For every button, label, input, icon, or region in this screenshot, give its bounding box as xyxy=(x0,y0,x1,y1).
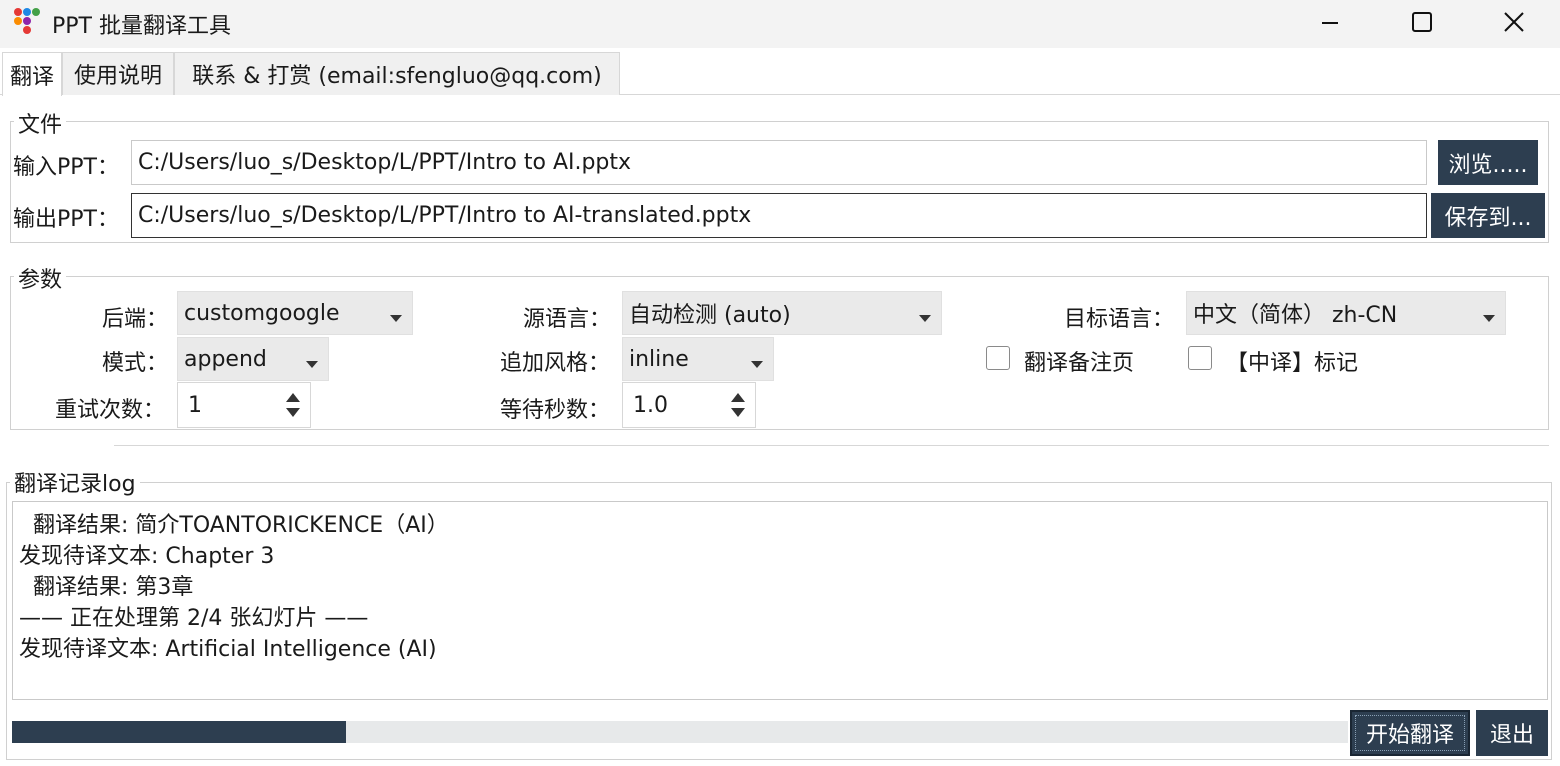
maximize-button[interactable] xyxy=(1376,0,1468,44)
log-line: 发现待译文本: Artificial Intelligence (AI) xyxy=(19,637,437,662)
tab-contact[interactable]: 联系 & 打赏 (email:sfengluo@qq.com) xyxy=(174,52,620,95)
log-textarea[interactable]: 翻译结果: 简介TOANTORICKENCE（AI） 发现待译文本: Chapt… xyxy=(12,501,1548,700)
log-group-title: 翻译记录log xyxy=(10,466,140,498)
output-ppt-value: C:/Users/luo_s/Desktop/L/PPT/Intro to AI… xyxy=(138,203,752,228)
append-style-value: inline xyxy=(629,346,689,372)
exit-button[interactable]: 退出 xyxy=(1476,710,1548,756)
close-icon xyxy=(1504,12,1524,32)
wait-seconds-label: 等待秒数： xyxy=(500,398,611,423)
input-ppt-label: 输入PPT： xyxy=(13,155,119,180)
output-ppt-field[interactable]: C:/Users/luo_s/Desktop/L/PPT/Intro to AI… xyxy=(131,193,1427,238)
mode-select[interactable]: append xyxy=(177,337,329,381)
retries-label: 重试次数： xyxy=(55,398,166,423)
start-translate-label: 开始翻译 xyxy=(1365,723,1454,748)
separator-gap xyxy=(12,443,114,447)
start-translate-button[interactable]: 开始翻译 xyxy=(1350,710,1470,756)
spin-up-icon[interactable] xyxy=(286,393,300,402)
params-group-title: 参数 xyxy=(14,262,67,294)
backend-value: customgoogle xyxy=(184,300,340,326)
minimize-button[interactable] xyxy=(1284,0,1376,44)
wait-seconds-spinbox[interactable]: 1.0 xyxy=(622,382,756,428)
wait-seconds-value: 1.0 xyxy=(633,392,668,418)
translate-notes-checkbox[interactable] xyxy=(986,346,1010,370)
mark-checkbox[interactable] xyxy=(1188,346,1212,370)
tab-instructions[interactable]: 使用说明 xyxy=(62,52,174,95)
log-line: 翻译结果: 第3章 xyxy=(19,575,194,600)
chevron-down-icon xyxy=(1483,315,1495,322)
target-lang-select[interactable]: 中文（简体） zh-CN xyxy=(1186,291,1506,335)
mode-label: 模式： xyxy=(102,351,169,376)
input-ppt-value: C:/Users/luo_s/Desktop/L/PPT/Intro to AI… xyxy=(138,150,632,175)
tab-translate[interactable]: 翻译 xyxy=(2,52,62,96)
source-lang-label: 源语言： xyxy=(523,307,612,332)
close-button[interactable] xyxy=(1468,0,1560,44)
append-style-select[interactable]: inline xyxy=(622,337,774,381)
spin-down-icon[interactable] xyxy=(731,408,745,417)
window-title: PPT 批量翻译工具 xyxy=(52,14,231,39)
backend-select[interactable]: customgoogle xyxy=(177,291,413,335)
save-to-button-label: 保存到... xyxy=(1444,205,1532,231)
chevron-down-icon xyxy=(919,315,931,322)
tab-label: 使用说明 xyxy=(73,64,162,89)
title-bar: PPT 批量翻译工具 xyxy=(0,0,1560,48)
minimize-icon xyxy=(1322,22,1338,24)
progress-bar xyxy=(12,721,1348,743)
browse-button[interactable]: 浏览..... xyxy=(1438,140,1538,185)
chevron-down-icon xyxy=(751,361,763,368)
tab-label: 翻译 xyxy=(9,64,54,90)
mode-value: append xyxy=(184,346,267,372)
source-lang-value: 自动检测 (auto) xyxy=(629,303,791,328)
spin-up-icon[interactable] xyxy=(731,393,745,402)
input-ppt-field[interactable]: C:/Users/luo_s/Desktop/L/PPT/Intro to AI… xyxy=(131,140,1427,185)
log-line: —— 正在处理第 2/4 张幻灯片 —— xyxy=(19,606,369,631)
chevron-down-icon xyxy=(306,361,318,368)
maximize-icon xyxy=(1412,12,1432,32)
file-group-title: 文件 xyxy=(14,107,67,139)
chevron-down-icon xyxy=(390,315,402,322)
save-to-button[interactable]: 保存到... xyxy=(1431,193,1545,238)
browse-button-label: 浏览..... xyxy=(1448,152,1528,178)
tab-label: 联系 & 打赏 (email:sfengluo@qq.com) xyxy=(192,64,602,89)
target-lang-value: 中文（简体） zh-CN xyxy=(1193,303,1398,328)
section-separator xyxy=(12,445,1549,446)
source-lang-select[interactable]: 自动检测 (auto) xyxy=(622,291,942,335)
translate-notes-label: 翻译备注页 xyxy=(1024,351,1135,376)
log-line: 翻译结果: 简介TOANTORICKENCE（AI） xyxy=(19,513,449,538)
progress-fill xyxy=(12,721,346,743)
log-line: 发现待译文本: Chapter 3 xyxy=(19,544,275,569)
app-logo-icon xyxy=(12,6,42,36)
target-lang-label: 目标语言： xyxy=(1064,307,1175,332)
exit-button-label: 退出 xyxy=(1489,723,1534,748)
output-ppt-label: 输出PPT： xyxy=(13,207,119,232)
mark-label: 【中译】标记 xyxy=(1226,351,1359,376)
spin-down-icon[interactable] xyxy=(286,408,300,417)
append-style-label: 追加风格： xyxy=(500,351,611,376)
backend-label: 后端： xyxy=(102,307,169,332)
retries-value: 1 xyxy=(188,392,202,418)
retries-spinbox[interactable]: 1 xyxy=(177,382,311,428)
